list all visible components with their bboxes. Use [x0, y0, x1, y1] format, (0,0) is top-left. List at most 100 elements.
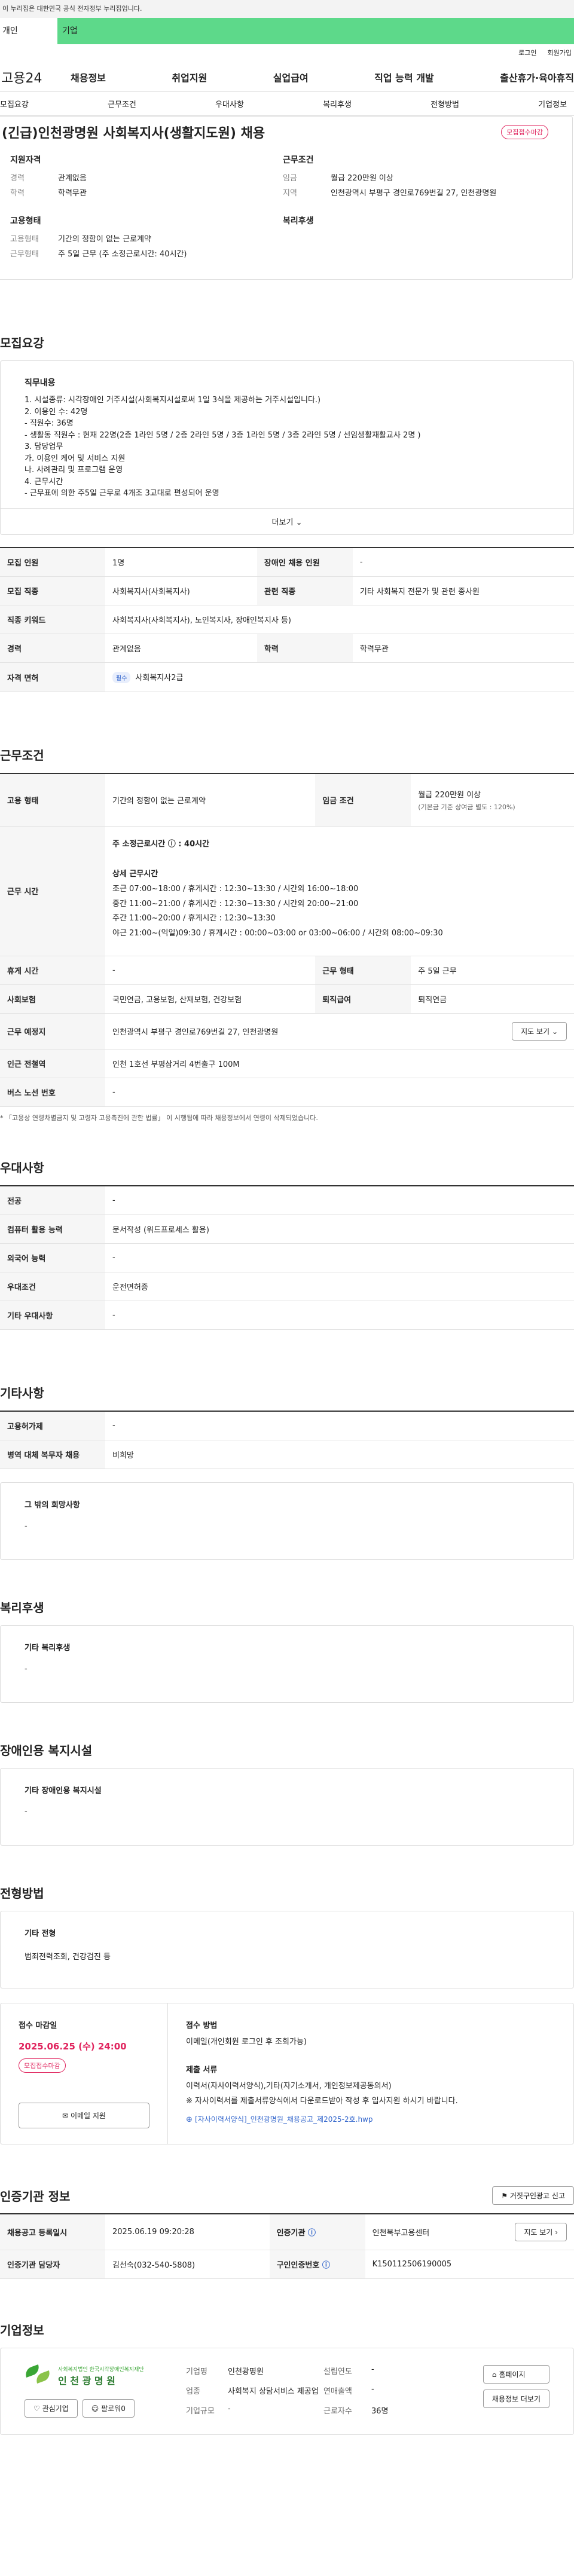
cell-label: 모집 직종	[0, 576, 105, 605]
tab-recruit[interactable]: 모집요강	[0, 98, 29, 109]
doc-note: ※ 자사이력서를 제출서류양식에서 다운로드받아 작성 후 입사지원 하시기 바…	[186, 2096, 458, 2106]
tab-pref[interactable]: 우대사항	[215, 98, 244, 109]
map-button[interactable]: 지도 보기 ›	[515, 2222, 567, 2241]
leaf-icon	[23, 2364, 52, 2385]
menu-item[interactable]: 출산휴가·육아휴직	[500, 70, 574, 84]
file-link[interactable]: [자사이력서양식]_인천광명원_채용공고_제2025-2호.hwp	[195, 2115, 373, 2124]
login-link[interactable]: 로그인	[518, 44, 536, 62]
doc-heading: 제출 서류	[186, 2065, 218, 2075]
status-badge: 모집접수마감	[501, 125, 548, 139]
etc-box: 그 밖의 희망사항 -	[0, 1482, 574, 1560]
section-title: 기타사항	[0, 1385, 44, 1400]
value: 인천광역시 부평구 경인로769번길 27, 인천광명원	[331, 189, 497, 198]
cell-value: -	[105, 1301, 574, 1330]
label: 설립연도	[323, 2367, 352, 2376]
label: 학력	[10, 189, 25, 198]
wage-value: 월급 220만원 이상	[418, 790, 481, 800]
more-jobs-button[interactable]: 채용정보 더보기	[483, 2389, 549, 2408]
more-button[interactable]: 더보기 ⌄	[1, 508, 573, 534]
table-row: 모집 직종 사회복지사(사회복지사) 관련 직종 기타 사회복지 전문가 및 관련 종…	[0, 576, 574, 605]
homepage-button[interactable]: ⌂ 홈페이지	[483, 2364, 549, 2384]
heart-icon: ♡	[33, 2404, 40, 2413]
tab-work[interactable]: 근무조건	[108, 98, 136, 109]
table-row: 우대조건 운전면허증	[0, 1272, 574, 1301]
cell-value: 비희망	[105, 1440, 574, 1469]
info-icon[interactable]: ⓘ	[322, 2261, 330, 2270]
cert-table: 채용공고 등록일시 2025.06.19 09:20:28 인증기관 ⓘ 인천북부고용…	[0, 2213, 574, 2279]
menu-item[interactable]: 실업급여	[273, 70, 309, 84]
section-title: 복리후생	[0, 1600, 44, 1615]
tab-select[interactable]: 전형방법	[430, 98, 459, 109]
age-note: * 「고용상 연령차별금지 및 고령자 고용촉진에 관한 법률」 이 시행됨에 …	[0, 1113, 318, 1122]
join-link[interactable]: 회원가입	[548, 44, 572, 62]
menu-item[interactable]: 직업 능력 개발	[374, 70, 433, 84]
individual-tab[interactable]: 개인	[0, 18, 57, 44]
cell-label: 휴게 시간	[0, 956, 105, 985]
cell-value: 학력무관	[352, 634, 574, 663]
flag-icon: ⚑	[501, 2191, 508, 2200]
table-row: 병역 대체 복무자 채용 비희망	[0, 1440, 574, 1469]
duty-text: 1. 시설종류: 시각장애인 거주시설(사회복지시설로써 1일 3식을 제공하는…	[25, 396, 421, 498]
cell-value: 기간의 정함이 없는 근로계약	[105, 773, 316, 827]
member-type-strip: 개인 기업	[0, 18, 574, 44]
email-apply-label: 이메일 지원	[70, 2111, 106, 2120]
company-logo-block: 사회복지법인 한국시각장애인복지재단 인 천 광 명 원 ♡ 관심기업 ☺ 팔로…	[23, 2364, 168, 2418]
value: -	[371, 2384, 374, 2394]
wage-sub: (기본금 기준 상여금 별도 : 120%)	[418, 803, 515, 811]
cell-value: -	[105, 1243, 574, 1272]
work-heading: 근무조건	[283, 155, 314, 165]
box-heading: 기타 장애인용 복지시설	[25, 1786, 102, 1795]
cell-label: 버스 노선 번호	[0, 1078, 105, 1107]
menu-item[interactable]: 취업지원	[172, 70, 207, 84]
table-row: 모집 인원 1명 장애인 채용 인원 -	[0, 547, 574, 577]
menu-item[interactable]: 채용정보	[71, 70, 106, 84]
utility-nav: 로그인 회원가입	[0, 44, 574, 62]
table-row: 사회보험 국민연금, 고용보험, 산재보험, 건강보험 퇴직급여 퇴직연금	[0, 984, 574, 1014]
value: 36명	[371, 2407, 389, 2416]
cell-value: 2025.06.19 09:20:28	[105, 2213, 270, 2250]
interest-button[interactable]: ♡ 관심기업	[25, 2398, 78, 2418]
cell-value: 사회복지사(사회복지사), 노인복지사, 장애인복지사 등)	[105, 605, 574, 634]
box-value: 범죄전력조회, 건강검진 등	[25, 1952, 111, 1962]
table-row: 컴퓨터 활용 능력 문서작성 (워드프로세스 활용)	[0, 1214, 574, 1244]
map-button[interactable]: 지도 보기 ⌄	[512, 1021, 567, 1041]
map-label: 지도 보기	[524, 2228, 553, 2237]
table-row: 외국어 능력 -	[0, 1243, 574, 1272]
table-row: 기타 우대사항 -	[0, 1301, 574, 1330]
method-value: 이메일(개인회원 로그인 후 조회가능)	[186, 2037, 307, 2046]
cell-value: 운전면허증	[105, 1272, 574, 1301]
section-title: 근무조건	[0, 748, 44, 763]
tab-welfare[interactable]: 복리후생	[323, 98, 352, 109]
email-apply-button[interactable]: ✉ 이메일 지원	[19, 2102, 149, 2128]
info-icon[interactable]: ⓘ	[308, 2229, 316, 2238]
label: 기업명	[186, 2367, 207, 2376]
tab-company[interactable]: 기업정보	[538, 98, 567, 109]
section-title: 장애인용 복지시설	[0, 1743, 93, 1758]
deadline-value: 2025.06.25 (수) 24:00	[19, 2040, 127, 2052]
cell-label: 우대조건	[0, 1272, 105, 1301]
label: 근무형태	[10, 250, 39, 259]
person-icon: ☺	[91, 2404, 99, 2413]
company-tab[interactable]: 기업	[57, 18, 574, 44]
section-title: 인증기관 정보	[0, 2189, 71, 2204]
report-button[interactable]: ⚑ 거짓구인광고 신고	[492, 2186, 574, 2205]
logo-sub: 사회복지법인 한국시각장애인복지재단	[58, 2366, 144, 2373]
cell-label: 모집 인원	[0, 547, 105, 577]
cell-value: 국민연금, 고용보험, 산재보험, 건강보험	[105, 984, 316, 1014]
required-pill: 필수	[112, 672, 131, 683]
label: 연매출액	[323, 2387, 352, 2396]
site-logo[interactable]: 고용24	[0, 68, 71, 87]
weekly-hours: 주 소정근로시간 ⓘ : 40시간	[112, 839, 210, 849]
value: -	[371, 2364, 374, 2374]
label: 경력	[10, 174, 25, 183]
main-menu: 채용정보 취업지원 실업급여 직업 능력 개발 출산휴가·육아휴직	[71, 70, 574, 84]
report-label: 거짓구인광고 신고	[509, 2191, 565, 2200]
global-nav: 고용24 채용정보 취업지원 실업급여 직업 능력 개발 출산휴가·육아휴직	[0, 62, 574, 92]
label: 지역	[283, 189, 297, 198]
cell-value: K150112506190005	[365, 2250, 574, 2279]
table-row: 채용공고 등록일시 2025.06.19 09:20:28 인증기관 ⓘ 인천북부고용…	[0, 2213, 574, 2250]
cell-label: 인증기관 담당자	[0, 2250, 105, 2279]
follow-button[interactable]: ☺ 팔로워0	[82, 2398, 135, 2418]
value: -	[228, 2404, 231, 2414]
cell-label: 임금 조건	[315, 773, 411, 827]
